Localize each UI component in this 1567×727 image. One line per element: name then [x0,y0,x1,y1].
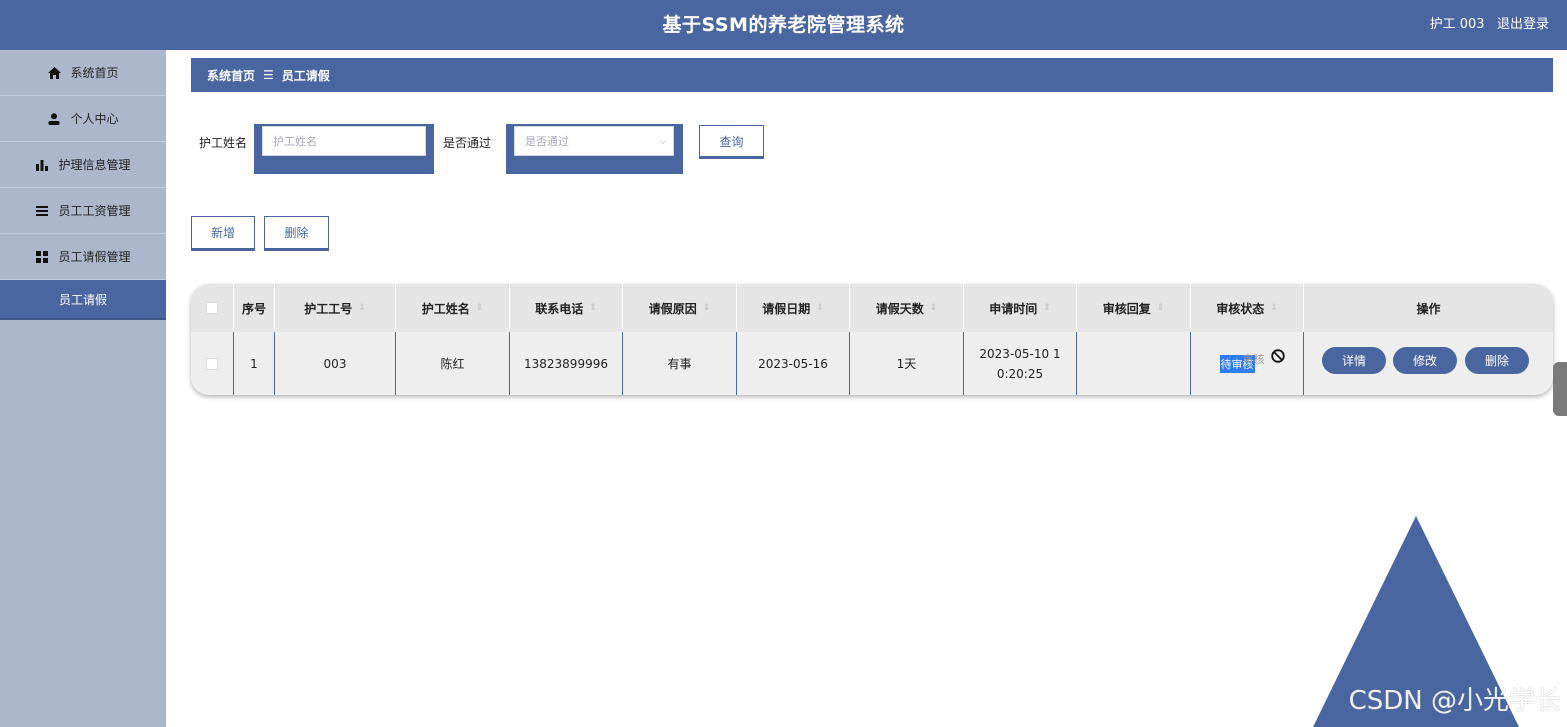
col-reply-label: 审核回复 [1102,301,1151,316]
top-bar: 基于SSM的养老院管理系统 护工 003 退出登录 [0,0,1567,50]
sort-icon: ⇕ [1270,303,1278,313]
cell-apply-time: 2023-05-10 10:20:25 [963,332,1076,395]
query-button[interactable]: 查询 [699,125,764,157]
sidebar-item-home[interactable]: 系统首页 [0,50,166,96]
col-phone-label: 联系电话 [535,301,584,316]
watermark: CSDN @小光学长 [1348,686,1561,716]
breadcrumb-current: 员工请假 [281,68,330,83]
col-apply-time[interactable]: 申请时间 ⇕ [963,284,1076,332]
cell-days: 1天 [849,332,963,395]
table-row: 1 003 陈红 13823899996 有事 2023-05-16 1天 20… [191,332,1553,395]
logout-link[interactable]: 退出登录 [1497,17,1549,32]
col-phone[interactable]: 联系电话 ⇕ [509,284,622,332]
breadcrumb: 系统首页 ☰ 员工请假 [191,58,1553,92]
sidebar-item-label: 护理信息管理 [58,158,131,172]
sidebar-item-label: 员工工资管理 [58,204,131,218]
sort-icon: ⇕ [475,303,484,313]
select-all-checkbox[interactable] [206,302,218,314]
sidebar-item-label: 系统首页 [70,66,119,80]
grid-icon [35,250,49,264]
bar-chart-icon [35,158,49,172]
sort-icon: ⇕ [816,303,824,313]
pass-select[interactable]: 是否通过 ⌵ [514,126,674,156]
col-nurse-name-label: 护工姓名 [421,301,470,316]
pass-select-wrap: 是否通过 ⌵ [506,124,683,174]
cell-status: 待审核 审核 [1190,332,1303,395]
pass-label: 是否通过 [443,136,492,150]
col-days[interactable]: 请假天数 ⇕ [849,284,963,332]
main-content: 系统首页 ☰ 员工请假 护工姓名 护工姓名 是否通过 是否通过 ⌵ 查询 新增 … [166,50,1567,727]
sidebar-item-label: 个人中心 [70,112,119,126]
name-label: 护工姓名 [199,136,248,150]
side-drawer-handle[interactable] [1553,362,1567,416]
col-status-label: 审核状态 [1216,301,1265,316]
pass-select-placeholder: 是否通过 [525,135,569,148]
sidebar: 系统首页 个人中心 护理信息管理 员工工资管理 员工请假管理 员工请假 [0,50,166,727]
breadcrumb-home[interactable]: 系统首页 [207,67,255,84]
col-reason[interactable]: 请假原因 ⇕ [622,284,736,332]
add-button[interactable]: 新增 [191,216,255,249]
cell-nurse-name: 陈红 [395,332,509,395]
not-allowed-icon [1270,349,1285,366]
list-icon [35,204,49,218]
cell-ops: 详情 修改 删除 [1303,332,1553,395]
sidebar-item-label: 员工请假 [58,292,107,307]
sidebar-item-salary[interactable]: 员工工资管理 [0,188,166,234]
name-input-wrap: 护工姓名 [254,124,434,174]
col-reason-label: 请假原因 [648,301,697,316]
col-ops: 操作 [1303,284,1553,332]
col-index: 序号 [233,284,274,332]
sort-icon: ⇕ [1043,303,1051,313]
current-user: 护工 003 [1429,17,1485,32]
col-reply[interactable]: 审核回复 ⇕ [1076,284,1190,332]
sort-icon: ⇕ [1156,303,1165,313]
cell-index: 1 [233,332,274,395]
app-title: 基于SSM的养老院管理系统 [662,14,905,36]
sort-icon: ⇕ [702,303,711,313]
col-date[interactable]: 请假日期 ⇕ [736,284,849,332]
col-days-label: 请假天数 [875,301,924,316]
row-delete-button[interactable]: 删除 [1465,347,1529,374]
row-checkbox-cell [191,332,233,395]
breadcrumb-separator: ☰ [263,68,274,82]
detail-button[interactable]: 详情 [1322,347,1386,374]
col-nurse-name[interactable]: 护工姓名 ⇕ [395,284,509,332]
cell-phone: 13823899996 [509,332,622,395]
user-icon [47,112,61,126]
delete-button[interactable]: 删除 [264,216,329,249]
cell-reason: 有事 [622,332,736,395]
select-all-cell [191,284,233,332]
edit-button[interactable]: 修改 [1393,347,1457,374]
sidebar-item-leave[interactable]: 员工请假 [0,280,166,320]
col-date-label: 请假日期 [762,301,811,316]
cell-date: 2023-05-16 [736,332,849,395]
row-checkbox[interactable] [206,357,218,370]
cell-reply [1076,332,1190,395]
col-nurse-id-label: 护工工号 [304,301,353,316]
user-area: 护工 003 退出登录 [1430,0,1549,50]
sidebar-item-label: 员工请假管理 [58,250,131,264]
sort-icon: ⇕ [589,303,597,313]
table-header: 序号 护工工号 ⇕ 护工姓名 ⇕ 联系电话 ⇕ 请假原因 ⇕ 请假日期 ⇕ 请假天数 ⇕ 申… [191,284,1553,332]
chevron-down-icon: ⌵ [659,136,667,147]
col-apply-time-label: 申请时间 [989,301,1038,316]
name-input[interactable]: 护工姓名 [262,126,426,156]
sidebar-item-leave-mgmt[interactable]: 员工请假管理 [0,234,166,280]
status-ghost-text: 审核 [1242,352,1265,366]
home-icon [47,66,61,80]
leave-table: 序号 护工工号 ⇕ 护工姓名 ⇕ 联系电话 ⇕ 请假原因 ⇕ 请假日期 ⇕ 请假天数 ⇕ 申… [191,284,1553,395]
col-nurse-id[interactable]: 护工工号 ⇕ [274,284,395,332]
sort-icon: ⇕ [358,303,366,313]
cell-nurse-id: 003 [274,332,395,395]
sort-icon: ⇕ [929,303,938,313]
col-status[interactable]: 审核状态 ⇕ [1190,284,1303,332]
sidebar-item-care[interactable]: 护理信息管理 [0,142,166,188]
sidebar-item-profile[interactable]: 个人中心 [0,96,166,142]
